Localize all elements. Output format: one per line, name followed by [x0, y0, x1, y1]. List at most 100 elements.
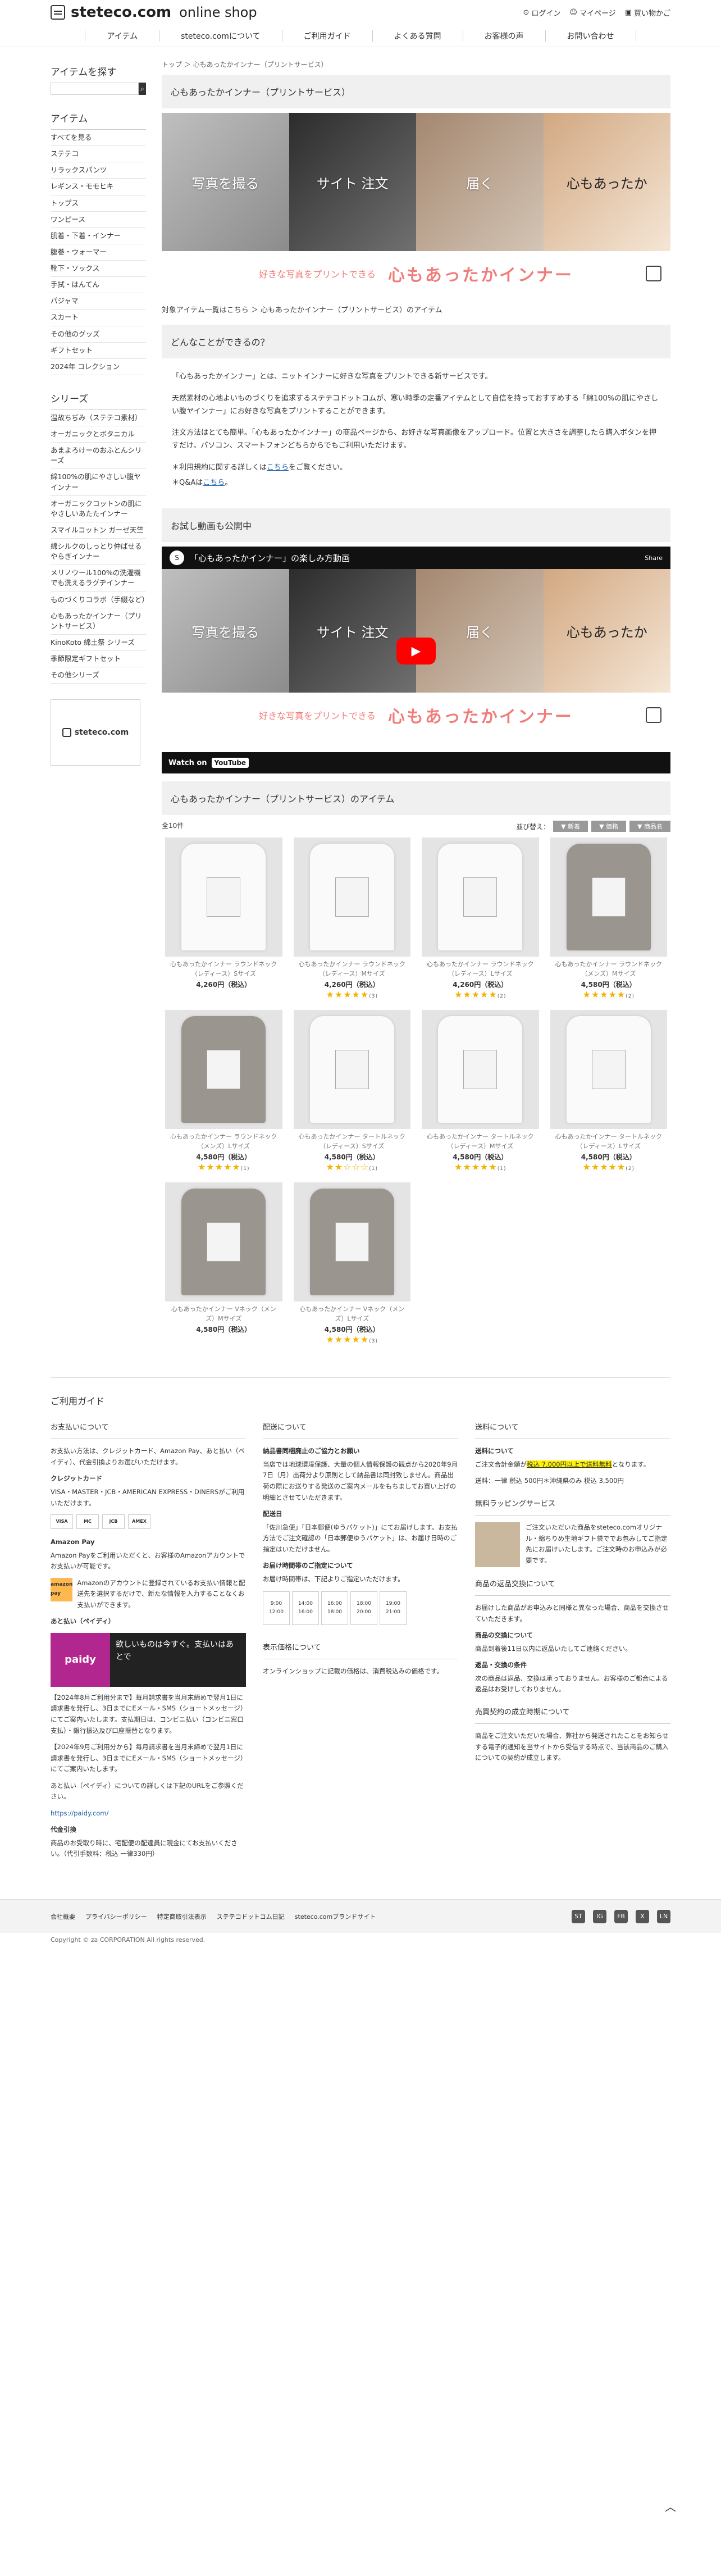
series-item[interactable]: 季節限定ギフトセット [51, 651, 146, 668]
product-image[interactable] [293, 1010, 410, 1130]
sidebar-item[interactable]: 2024年 コレクション [51, 359, 146, 375]
series-item[interactable]: その他シリーズ [51, 667, 146, 684]
product-image[interactable] [165, 1010, 282, 1130]
youtube-logo[interactable]: YouTube [211, 758, 249, 768]
sidebar-item[interactable]: すべてを見る [51, 130, 146, 147]
sidebar-item[interactable]: 腹巻・ウォーマー [51, 244, 146, 261]
product-image[interactable] [165, 1182, 282, 1302]
series-item[interactable]: あまよろけーのおふとんシリーズ [51, 443, 146, 470]
product-image[interactable] [422, 838, 539, 957]
star-icon: ★ [326, 1334, 335, 1345]
product-card[interactable]: 心もあったかインナー タートルネック（レディース）Lサイズ 4,580円（税込） ★… [547, 1010, 671, 1178]
paidy-link[interactable]: https://paidy.com/ [51, 1808, 246, 1819]
series-item[interactable]: オーガニックとボタニカル [51, 426, 146, 443]
sidebar-item[interactable]: パジャマ [51, 293, 146, 310]
facebook-icon[interactable]: FB [614, 1909, 628, 1923]
series-item[interactable]: 心もあったかインナー（プリントサービス） [51, 608, 146, 635]
x-icon[interactable]: X [636, 1909, 649, 1923]
footer-link[interactable]: 特定商取引法表示 [157, 1912, 207, 1921]
product-card[interactable]: 心もあったかインナー タートルネック（レディース）Sサイズ 4,580円（税込） ★… [290, 1010, 414, 1178]
product-card[interactable]: 心もあったかインナー タートルネック（レディース）Mサイズ 4,580円（税込） ★… [418, 1010, 542, 1178]
product-card[interactable]: 心もあったかインナー ラウンドネック（メンズ）Mサイズ 4,580円（税込） ★★★… [547, 838, 671, 1005]
nav-item[interactable]: お客様の声 [462, 30, 545, 42]
product-card[interactable]: 心もあったかインナー Vネック（メンズ）Mサイズ 4,580円（税込） [162, 1182, 286, 1350]
product-card[interactable]: 心もあったかインナー ラウンドネック（レディース）Sサイズ 4,260円（税込） [162, 838, 286, 1005]
instagram-icon[interactable]: IG [593, 1909, 606, 1923]
product-name[interactable]: 心もあったかインナー タートルネック（レディース）Mサイズ [418, 1132, 542, 1151]
share-button[interactable]: Share [645, 554, 663, 562]
login-link[interactable]: ⊙ ログイン [523, 7, 560, 18]
terms-link[interactable]: こちら [267, 463, 289, 472]
footer-link[interactable]: steteco.comブランドサイト [295, 1912, 376, 1921]
series-item[interactable]: 綿100%の肌にやさしい腹ヤインナー [51, 469, 146, 496]
product-name[interactable]: 心もあったかインナー ラウンドネック（メンズ）Mサイズ [547, 960, 671, 978]
cart-link[interactable]: ▣ 買い物かご [625, 7, 670, 18]
series-item[interactable]: 綿シルクのしっとり仲ばせるやらぎインナー [51, 539, 146, 566]
product-image[interactable] [165, 838, 282, 957]
back-to-top-button[interactable]: ︿ [665, 2498, 676, 2514]
product-name[interactable]: 心もあったかインナー ラウンドネック（メンズ）Lサイズ [162, 1132, 286, 1151]
product-name[interactable]: 心もあったかインナー タートルネック（レディース）Lサイズ [547, 1132, 671, 1151]
search-input[interactable] [51, 83, 139, 95]
product-image[interactable] [550, 1010, 667, 1130]
product-name[interactable]: 心もあったかインナー Vネック（メンズ）Lサイズ [290, 1305, 414, 1323]
nav-item[interactable]: steteco.comについて [159, 30, 281, 42]
series-item[interactable]: スマイルコットン ガーゼ天竺 [51, 522, 146, 539]
series-item[interactable]: ものづくりコラボ（手綴など） [51, 592, 149, 608]
product-name[interactable]: 心もあったかインナー ラウンドネック（レディース）Mサイズ [290, 960, 414, 978]
sort-price[interactable]: ▼ 価格 [591, 821, 627, 832]
nav-item[interactable]: お問い合わせ [545, 30, 636, 42]
search-title: アイテムを探す [51, 67, 117, 78]
sidebar-item[interactable]: ステテコ [51, 146, 146, 163]
sidebar-item[interactable]: 手拭・はんてん [51, 277, 146, 294]
sidebar-item[interactable]: トップス [51, 195, 146, 212]
product-name[interactable]: 心もあったかインナー ラウンドネック（レディース）Lサイズ [418, 960, 542, 978]
nav-item[interactable]: ご利用ガイド [281, 30, 372, 42]
product-card[interactable]: 心もあったかインナー ラウンドネック（レディース）Mサイズ 4,260円（税込） ★… [290, 838, 414, 1005]
series-list: 温故ちぢみ（ステテコ素材） オーガニックとボタニカル あまよろけーのおふとんシリーズ… [51, 409, 149, 684]
product-image[interactable] [550, 838, 667, 957]
sidebar-item[interactable]: ギフトセット [51, 343, 146, 359]
steteco-icon[interactable]: ST [572, 1909, 585, 1923]
play-button[interactable]: ▶ [396, 638, 436, 665]
site-header: steteco.com online shop ⊙ ログイン ☺ マイページ ▣ 買い物… [0, 0, 721, 25]
series-item[interactable]: メリノウール100%の洗濯機でも洗えるラグヂインナー [51, 565, 146, 592]
sidebar-item[interactable]: その他のグッズ [51, 326, 146, 343]
product-image[interactable] [422, 1010, 539, 1130]
product-name[interactable]: 心もあったかインナー Vネック（メンズ）Mサイズ [162, 1305, 286, 1323]
youtube-video[interactable]: S 「心もあったかインナー」の楽しみ方動画 Share 写真を撮る サイト 注文 届… [162, 547, 670, 774]
sidebar-item[interactable]: レギンス・モモヒキ [51, 179, 146, 195]
series-item[interactable]: KinoKoto 綿土祭 シリーズ [51, 635, 146, 651]
sidebar-item[interactable]: スカート [51, 310, 146, 326]
series-item[interactable]: オーガニックコットンの肌にやさしいあたたインナー [51, 496, 146, 522]
product-card[interactable]: 心もあったかインナー Vネック（メンズ）Lサイズ 4,580円（税込） ★★★★★(… [290, 1182, 414, 1350]
line-icon[interactable]: LN [657, 1909, 670, 1923]
global-nav: アイテム steteco.comについて ご利用ガイド よくある質問 お客様の声… [0, 25, 721, 47]
product-card[interactable]: 心もあったかインナー ラウンドネック（レディース）Lサイズ 4,260円（税込） ★… [418, 838, 542, 1005]
qa-link[interactable]: こちら [203, 479, 225, 487]
sidebar-item[interactable]: リラックスパンツ [51, 162, 146, 179]
items-link[interactable]: 対象アイテム一覧はこちら ＞ 心もあったかインナー（プリントサービス）のアイテム [162, 296, 670, 325]
sort-new[interactable]: ▼ 新着 [553, 821, 588, 832]
sidebar-item[interactable]: 靴下・ソックス [51, 261, 146, 277]
nav-item[interactable]: アイテム [85, 30, 159, 42]
nav-item[interactable]: よくある質問 [372, 30, 463, 42]
product-name[interactable]: 心もあったかインナー ラウンドネック（レディース）Sサイズ [162, 960, 286, 978]
footer-link[interactable]: ステテコドットコム日記 [217, 1912, 285, 1921]
sidebar-item[interactable]: ワンピース [51, 212, 146, 228]
mypage-link[interactable]: ☺ マイページ [569, 7, 615, 18]
product-image[interactable] [293, 838, 410, 957]
sort-name[interactable]: ▼ 商品名 [629, 821, 670, 832]
breadcrumb[interactable]: トップ ＞ 心もあったかインナー（プリントサービス） [162, 60, 670, 69]
star-icon: ★ [608, 1162, 617, 1173]
series-item[interactable]: 温故ちぢみ（ステテコ素材） [51, 410, 146, 426]
product-name[interactable]: 心もあったかインナー タートルネック（レディース）Sサイズ [290, 1132, 414, 1151]
site-logo[interactable]: steteco.com online shop [51, 4, 257, 21]
search-button[interactable]: ⌕ [139, 83, 146, 95]
steteco-banner[interactable]: steteco.com [51, 699, 140, 766]
product-card[interactable]: 心もあったかインナー ラウンドネック（メンズ）Lサイズ 4,580円（税込） ★★★… [162, 1010, 286, 1178]
sidebar-item[interactable]: 肌着・下着・インナー [51, 228, 146, 244]
footer-link[interactable]: プライバシーポリシー [85, 1912, 147, 1921]
product-image[interactable] [293, 1182, 410, 1302]
footer-link[interactable]: 会社概要 [51, 1912, 75, 1921]
